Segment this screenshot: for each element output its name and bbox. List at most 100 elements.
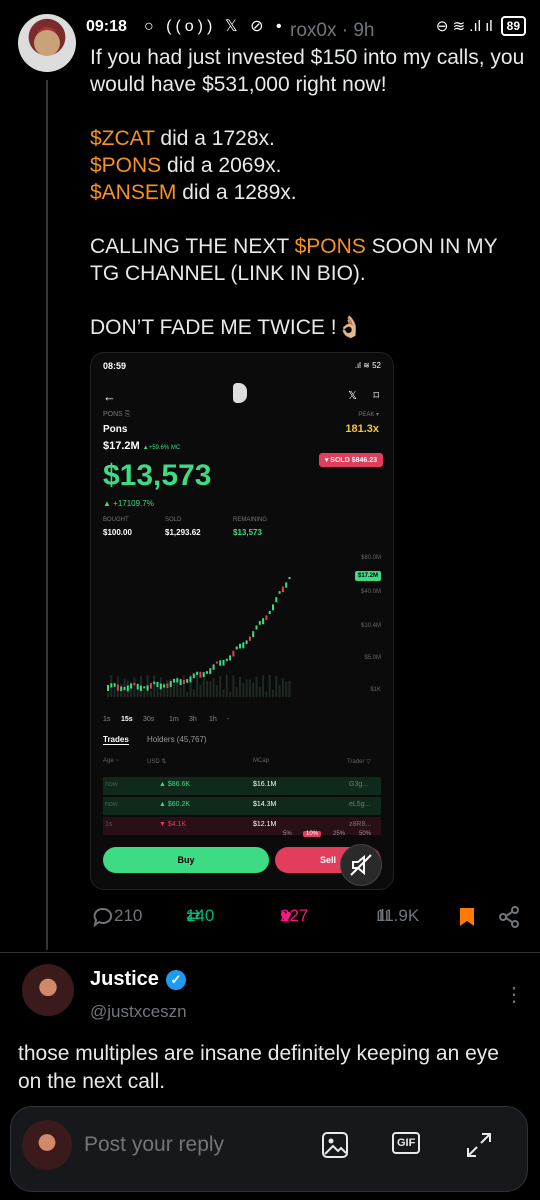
volume-bar	[182, 675, 185, 697]
signal-icons: ⊖ ≋ .ıl ıl	[435, 18, 493, 35]
col-header-trader: Trader ▽	[347, 759, 371, 765]
candle	[199, 671, 202, 678]
status-app-icons: ○ ((o)) 𝕏 ⊘ •	[144, 18, 286, 35]
volume-bar	[143, 690, 146, 697]
current-price-badge: $17.2M	[354, 571, 381, 581]
candle	[215, 661, 218, 664]
cashtag[interactable]: $ANSEM	[90, 181, 176, 204]
gif-icon[interactable]: GIF	[392, 1130, 422, 1160]
reply-input[interactable]: Post your reply	[84, 1133, 224, 1157]
tab-trades[interactable]: Trades	[103, 735, 129, 745]
volume-bar	[196, 676, 199, 697]
candle	[130, 683, 133, 689]
volume-bar	[179, 687, 182, 697]
trade-row: now ▲ $60.2K $14.3M eL5g...	[103, 797, 381, 815]
x-logo-icon: 𝕏	[348, 390, 357, 402]
percent-10[interactable]: 10%	[303, 831, 322, 837]
market-cap: $17.2M ▲+59.6% MC	[103, 440, 181, 452]
tweet-actions: 210 ⇄ 140 ♥ 227 ılı 11.9K	[0, 906, 540, 932]
col-header-mcap: MCap	[253, 758, 270, 764]
candle	[169, 681, 172, 687]
token-name: Pons	[103, 424, 128, 435]
reply-author-name[interactable]: Justice	[90, 968, 159, 991]
timeframe-1h[interactable]: 1h	[209, 716, 217, 723]
candle	[146, 685, 149, 691]
candle	[212, 664, 215, 670]
percent-25[interactable]: 25%	[333, 831, 345, 837]
candle	[176, 678, 179, 683]
timeframe-1s[interactable]: 1s	[103, 716, 110, 723]
bookmark-outline-icon: ⌑	[373, 390, 379, 402]
cashtag[interactable]: $PONS	[295, 235, 366, 258]
candle	[245, 640, 248, 645]
stat-label: SOLD	[165, 517, 182, 523]
status-time: 09:18	[86, 18, 127, 35]
candle	[229, 655, 232, 661]
like-count: 227	[280, 906, 309, 925]
y-axis-label: $80.0M	[360, 555, 381, 561]
reply-author-handle[interactable]: @justxceszn	[90, 1002, 187, 1022]
volume-bar	[206, 680, 208, 697]
candle	[159, 683, 162, 690]
volume-bar	[202, 678, 205, 697]
tab-holders[interactable]: Holders (45,767)	[147, 735, 207, 744]
share-action[interactable]	[498, 906, 520, 933]
volume-bar	[281, 677, 284, 697]
tweet-media-image[interactable]: 08:59 .ıl ≋ 52 ← 𝕏 ⌑ PONS ⎘ Pons $17.2M …	[90, 352, 394, 890]
candle	[235, 646, 238, 650]
volume-bar	[215, 685, 218, 697]
candle	[285, 582, 288, 588]
candle	[173, 678, 175, 683]
candle	[153, 681, 156, 685]
reply-avatar[interactable]	[22, 964, 74, 1016]
timeframe-more[interactable]: -	[227, 716, 229, 723]
volume-bar	[235, 687, 238, 697]
timeframe-15s[interactable]: 15s	[121, 716, 133, 723]
more-options-icon[interactable]: ⋮	[504, 982, 524, 1007]
candle	[166, 683, 169, 689]
percent-50[interactable]: 50%	[359, 831, 371, 837]
volume-bar	[288, 680, 291, 697]
candle	[156, 681, 159, 688]
timeframe-30s[interactable]: 30s	[143, 716, 154, 723]
y-axis-label: $5.0M	[364, 655, 381, 661]
peak-multiple: 181.3x	[345, 423, 379, 435]
candle	[275, 597, 278, 603]
image-icon[interactable]	[320, 1130, 350, 1160]
candle	[126, 685, 129, 692]
mute-button[interactable]	[340, 844, 382, 886]
candle	[255, 625, 258, 630]
candle	[189, 676, 192, 683]
percent-5[interactable]: 5%	[283, 831, 292, 837]
buy-button[interactable]: Buy	[103, 847, 269, 873]
volume-bar	[272, 689, 274, 697]
expand-icon[interactable]	[464, 1130, 494, 1160]
bookmark-action[interactable]	[458, 906, 476, 933]
cashtag[interactable]: $PONS	[90, 154, 161, 177]
reply-action[interactable]: 210	[92, 906, 142, 928]
stat-label: REMAINING	[233, 517, 268, 523]
volume-bar	[248, 679, 251, 697]
retweet-count: 140	[186, 906, 215, 925]
volume-bar	[275, 675, 278, 697]
volume-bar	[242, 683, 245, 697]
volume-bar	[173, 683, 175, 697]
candle	[206, 671, 208, 674]
candle	[140, 685, 142, 691]
author-avatar[interactable]	[18, 14, 76, 72]
tweet-calls: $ZCAT did a 1728x. $PONS did a 2069x. $A…	[90, 127, 297, 204]
battery-icon: 89	[500, 16, 526, 36]
stat-label: BOUGHT	[103, 517, 129, 523]
volume-bar	[255, 676, 258, 697]
candle	[107, 685, 109, 691]
timeframe-3h[interactable]: 3h	[189, 716, 197, 723]
volume-bar	[262, 675, 265, 697]
candle	[268, 610, 271, 615]
timeframe-1m[interactable]: 1m	[169, 716, 179, 723]
col-header-age: Age ~	[103, 758, 119, 764]
volume-bar	[285, 681, 288, 697]
volume-bar	[133, 677, 136, 697]
volume-bar	[268, 675, 271, 697]
cashtag[interactable]: $ZCAT	[90, 127, 155, 150]
position-gain: ▲ +17109.7%	[103, 499, 154, 508]
